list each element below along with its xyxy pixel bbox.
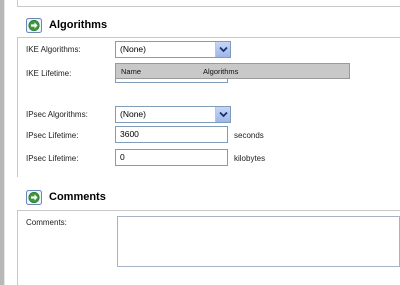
ike-algorithms-value: (None) [120,44,146,54]
ipsec-algorithms-label: IPsec Algorithms: [26,110,88,119]
ipsec-algorithms-dropdown-button[interactable] [215,107,230,122]
ike-algorithms-select[interactable]: (None) [115,41,231,58]
ike-lifetime-label: IKE Lifetime: [26,69,72,78]
comments-section-header: Comments [26,188,106,206]
ipsec-algorithms-select[interactable]: (None) [115,106,231,123]
section-title-comments: Comments [49,191,106,203]
ipsec-lifetime-seconds-label: IPsec Lifetime: [26,131,79,140]
ipsec-lifetime-kb-value: 0 [120,152,125,162]
chevron-down-icon [218,46,228,53]
ipsec-algorithms-value: (None) [120,109,146,119]
ipsec-lifetime-kb-unit: kilobytes [234,154,266,163]
ipsec-lifetime-seconds-unit: seconds [234,131,264,140]
top-panel-edge [17,0,400,7]
arrow-right-icon [26,17,42,33]
ipsec-lifetime-kb-label: IPsec Lifetime: [26,154,79,163]
ike-algorithms-label: IKE Algorithms: [26,45,81,54]
ipsec-lifetime-kb-field[interactable]: 0 [115,149,228,166]
ipsec-lifetime-seconds-value: 3600 [120,129,139,139]
algorithms-section-header: Algorithms [26,16,107,34]
ike-algorithms-dropdown-list-header: Name Algorithms [115,63,350,79]
ipsec-lifetime-seconds-field[interactable]: 3600 [115,126,228,143]
chevron-down-icon [218,111,228,118]
comments-textarea[interactable] [117,216,400,267]
arrow-right-icon [26,189,42,205]
ike-algorithms-dropdown-button[interactable] [215,42,230,57]
left-rail-edge [4,0,5,285]
dropdown-column-algorithms: Algorithms [203,66,239,76]
comments-label: Comments: [26,218,67,227]
dropdown-column-name: Name [121,66,142,76]
section-title-algorithms: Algorithms [49,19,108,31]
